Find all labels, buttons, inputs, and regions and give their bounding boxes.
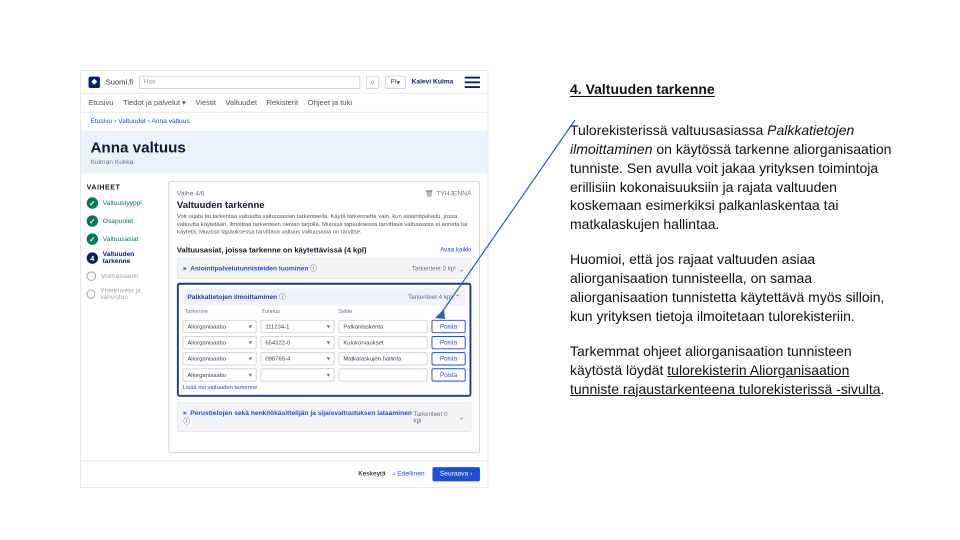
page-heading: Anna valtuus Kulman Kukka	[81, 131, 488, 174]
table-row: Aliorganisaatio▾ 654322-0▾ Kulukorvaukse…	[183, 336, 466, 349]
page-title: Anna valtuus	[90, 140, 478, 157]
explainer-title: 4. Valtuuden tarkenne	[570, 80, 900, 99]
search-placeholder: Hae	[144, 79, 156, 86]
step-2[interactable]: ✓Osapuolet	[87, 215, 163, 226]
category-row-1[interactable]: ▸Asiointipalvelutunnisteiden luominen ⓘ …	[177, 258, 472, 279]
add-row-link[interactable]: Lisää rivi valtuuden tarkenne	[183, 385, 466, 392]
table-row: Aliorganisaatio▾ ▾ Poista	[183, 368, 466, 381]
wizard-footer: Keskeytä ‹ Edellinen Seuraava ›	[81, 460, 488, 487]
wizard-sidebar: VAIHEET ✓Valtuustyyppi ✓Osapuolet ✓Valtu…	[81, 174, 168, 461]
desc-input[interactable]	[339, 368, 428, 381]
search-icon[interactable]: ⌕	[366, 75, 379, 88]
user-menu[interactable]: Kalevi Kulma	[412, 79, 454, 86]
open-all-link[interactable]: Avaa kaikki	[440, 247, 471, 254]
col-header-1: Tarkenne	[185, 310, 258, 316]
logo-icon: ❖	[89, 76, 100, 87]
specifier-select[interactable]: Aliorganisaatio▾	[183, 368, 257, 381]
step-3[interactable]: ✓Valtuusasiat	[87, 233, 163, 244]
step-1[interactable]: ✓Valtuustyyppi	[87, 197, 163, 208]
nav-guide[interactable]: Ohjeet ja tuki	[308, 99, 352, 108]
desc-input[interactable]: Palkanlaskenta	[339, 320, 428, 333]
cancel-link[interactable]: Keskeytä	[358, 471, 385, 478]
step-indicator: Vaihe 4/6	[177, 190, 205, 197]
remove-button[interactable]: Poista	[432, 320, 466, 333]
desc-input[interactable]: Kulukorvaukset	[339, 336, 428, 349]
step-5: Voimassaolo	[87, 271, 163, 281]
chevron-down-icon: ⌄	[458, 413, 464, 422]
chevron-down-icon: ⌄	[458, 264, 464, 273]
col-header-3: Selite	[338, 310, 426, 316]
nav-row: Etusivu Tiedot ja palvelut ▾ Viestit Val…	[81, 94, 488, 113]
explainer-p1: Tulorekisterissä valtuusasiassa Palkkati…	[570, 121, 900, 234]
clear-button[interactable]: 🗑 TYHJENNÄ	[425, 190, 471, 198]
hamburger-icon[interactable]	[465, 76, 480, 87]
step-4[interactable]: 4Valtuuden tarkenne	[87, 251, 163, 264]
section-title: Valtuuden tarkenne	[177, 200, 472, 210]
section-intro: Voit rajata tai tarkentaa valtuutta valt…	[177, 213, 472, 236]
explainer-p2: Huomioi, että jos rajaat valtuuden asiaa…	[570, 250, 900, 326]
id-select[interactable]: ▾	[261, 368, 335, 381]
specifier-select[interactable]: Aliorganisaatio▾	[183, 336, 257, 349]
id-select[interactable]: 654322-0▾	[261, 336, 335, 349]
step-6: Yhteenveto ja vahvistus	[87, 288, 163, 301]
id-select[interactable]: 111234-1▾	[261, 320, 335, 333]
chevron-up-icon: ⌃	[455, 293, 461, 302]
nav-auth[interactable]: Valtuudet	[225, 99, 257, 108]
id-select[interactable]: 098765-4▾	[261, 352, 335, 365]
table-row: Aliorganisaatio▾ 111234-1▾ Palkanlaskent…	[183, 320, 466, 333]
remove-button[interactable]: Poista	[432, 352, 466, 365]
page-subtitle: Kulman Kukka	[90, 159, 478, 166]
chevron-right-icon: ▸	[184, 264, 188, 273]
explainer-panel: 4. Valtuuden tarkenne Tulorekisterissä v…	[570, 80, 900, 414]
breadcrumb[interactable]: Etusivu › Valtuudet › Anna valtuus	[81, 113, 488, 131]
specifier-select[interactable]: Aliorganisaatio▾	[183, 320, 257, 333]
specifier-select[interactable]: Aliorganisaatio▾	[183, 352, 257, 365]
desc-input[interactable]: Matkalaskujen hallinta	[339, 352, 428, 365]
sidebar-heading: VAIHEET	[87, 183, 163, 192]
app-window: ❖ Suomi.fi Hae ⌕ FI ▾ Kalevi Kulma Etusi…	[80, 70, 489, 488]
table-row: Aliorganisaatio▾ 098765-4▾ Matkalaskujen…	[183, 352, 466, 365]
topbar: ❖ Suomi.fi Hae ⌕ FI ▾ Kalevi Kulma	[81, 71, 488, 94]
col-header-2: Tunnus	[261, 310, 334, 316]
remove-button[interactable]: Poista	[432, 368, 466, 381]
explainer-p3: Tarkemmat ohjeet aliorganisaation tunnis…	[570, 342, 900, 399]
nav-home[interactable]: Etusivu	[89, 99, 114, 108]
nav-reg[interactable]: Rekisterit	[266, 99, 298, 108]
brand-text: Suomi.fi	[106, 78, 133, 87]
expanded-category: Palkkatietojen ilmoittaminen ⓘ Tarkentee…	[177, 283, 472, 397]
category-row-2[interactable]: Palkkatietojen ilmoittaminen ⓘ Tarkentee…	[183, 289, 466, 306]
search-input[interactable]: Hae	[139, 75, 360, 88]
next-button[interactable]: Seuraava ›	[432, 467, 480, 481]
content-panel: Vaihe 4/6 🗑 TYHJENNÄ Valtuuden tarkenne …	[168, 181, 480, 453]
back-button[interactable]: ‹ Edellinen	[393, 471, 424, 478]
category-row-3[interactable]: ▸Perustietojen sekä henkilökäsittelijän …	[177, 403, 472, 432]
subsection-title: Valtuusasiat, joissa tarkenne on käytett…	[177, 246, 367, 255]
remove-button[interactable]: Poista	[432, 336, 466, 349]
nav-info[interactable]: Tiedot ja palvelut ▾	[123, 99, 186, 108]
chevron-right-icon: ▸	[184, 408, 188, 417]
nav-messages[interactable]: Viestit	[195, 99, 216, 108]
lang-selector[interactable]: FI ▾	[385, 75, 406, 88]
